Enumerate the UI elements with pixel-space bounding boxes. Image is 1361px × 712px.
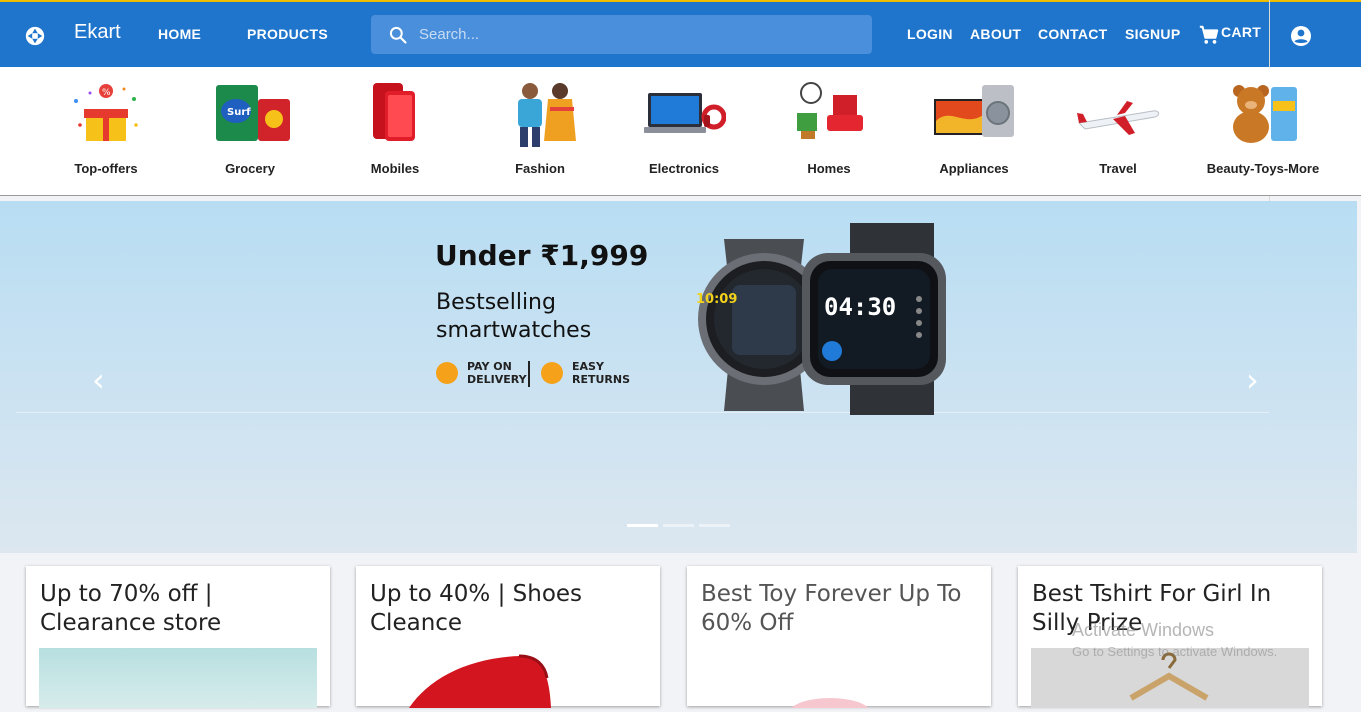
furniture-icon: [797, 82, 863, 139]
mobile-phone-icon: [373, 83, 415, 141]
svg-text:04:30: 04:30: [824, 293, 896, 321]
carousel-dot-3[interactable]: [699, 524, 730, 527]
hero-carousel: Under ₹1,999 Bestselling smartwatches PA…: [0, 201, 1357, 553]
category-label: Appliances: [939, 161, 1009, 176]
category-label: Top-offers: [74, 161, 138, 176]
search-input[interactable]: [419, 15, 859, 54]
category-electronics[interactable]: Electronics: [619, 81, 749, 176]
svg-text:Surf: Surf: [227, 107, 251, 118]
category-label: Homes: [807, 161, 851, 176]
category-appliances[interactable]: Appliances: [909, 81, 1039, 176]
deal-card-title: Up to 40% | Shoes Cleance: [370, 581, 583, 636]
laptop-icon: [644, 93, 727, 133]
nav-login[interactable]: LOGIN: [907, 26, 953, 42]
app-bar: Ekart HOME PRODUCTS LOGIN ABOUT CONTACT …: [0, 2, 1361, 67]
deal-card-image: [39, 648, 317, 708]
deal-card-shoes[interactable]: Up to 40% | Shoes Cleance: [356, 566, 660, 708]
easy-returns-badge: EASY RETURNS: [541, 360, 630, 386]
appliance-icon: [934, 85, 1014, 137]
category-mobiles[interactable]: Mobiles: [330, 81, 460, 176]
deal-card-clearance[interactable]: Up to 70% off | Clearance store: [26, 566, 330, 708]
deal-card-image: [369, 648, 647, 708]
category-grocery[interactable]: Surf Grocery: [185, 81, 315, 176]
category-label: Fashion: [515, 161, 565, 176]
camera-shutter-icon[interactable]: [24, 25, 46, 47]
delivery-truck-icon: [436, 362, 458, 384]
teddy-bear-icon: [1233, 85, 1297, 143]
nav-cart[interactable]: CART: [1221, 24, 1261, 40]
carousel-dot-2[interactable]: [663, 524, 694, 527]
carousel-slide[interactable]: [16, 201, 1269, 413]
category-top-offers[interactable]: % Top-offers: [41, 81, 171, 176]
banner-headline: Under ₹1,999: [435, 239, 649, 272]
svg-text:%: %: [102, 88, 111, 98]
deal-card-title: Up to 70% off | Clearance store: [40, 581, 222, 636]
nav-contact[interactable]: CONTACT: [1038, 26, 1108, 42]
category-label: Travel: [1099, 161, 1137, 176]
deal-card-toys[interactable]: Best Toy Forever Up To 60% Off: [687, 566, 991, 712]
category-travel[interactable]: Travel: [1053, 81, 1183, 176]
deal-card-title: Best Toy Forever Up To 60% Off: [701, 581, 962, 636]
carousel-prev-button[interactable]: ‹: [92, 361, 105, 399]
deal-card-image: [700, 648, 978, 712]
brand-name[interactable]: Ekart: [74, 21, 121, 44]
account-circle-icon[interactable]: [1289, 24, 1313, 48]
category-label: Electronics: [648, 161, 720, 176]
pay-on-delivery-badge: PAY ON DELIVERY: [436, 360, 527, 386]
fashion-icon: [518, 83, 576, 147]
category-label: Mobiles: [370, 161, 420, 176]
search-icon: [389, 26, 407, 44]
search-box: [371, 15, 872, 54]
svg-text:10:09: 10:09: [696, 292, 737, 307]
shoe-image: [409, 654, 551, 708]
category-label: Beauty-Toys-More: [1206, 161, 1320, 176]
smartwatch-image: 10:09 04:30: [696, 223, 946, 415]
category-fashion[interactable]: Fashion: [475, 81, 605, 176]
cart-icon[interactable]: [1198, 24, 1220, 46]
carousel-next-button[interactable]: ›: [1246, 361, 1259, 399]
activate-windows-subtitle: Go to Settings to activate Windows.: [1072, 644, 1278, 659]
category-bar: % Top-offers Surf Grocery Mobiles Fashio…: [0, 67, 1361, 196]
airplane-icon: [1077, 101, 1160, 135]
category-beauty-toys-more[interactable]: Beauty-Toys-More: [1198, 81, 1328, 176]
banner-subtitle: Bestselling smartwatches: [436, 290, 592, 343]
nav-about[interactable]: ABOUT: [970, 26, 1021, 42]
category-homes[interactable]: Homes: [764, 81, 894, 176]
nav-signup[interactable]: SIGNUP: [1125, 26, 1180, 42]
returns-icon: [541, 362, 563, 384]
badge-divider: [528, 361, 530, 387]
activate-windows-title: Activate Windows: [1072, 620, 1215, 640]
nav-home[interactable]: HOME: [158, 26, 201, 42]
toy-image: [790, 698, 870, 712]
gift-icon: %: [74, 84, 138, 141]
carousel-dot-1[interactable]: [627, 524, 658, 527]
nav-products[interactable]: PRODUCTS: [247, 26, 328, 42]
category-label: Grocery: [225, 161, 275, 176]
grocery-icon: Surf: [216, 85, 290, 141]
